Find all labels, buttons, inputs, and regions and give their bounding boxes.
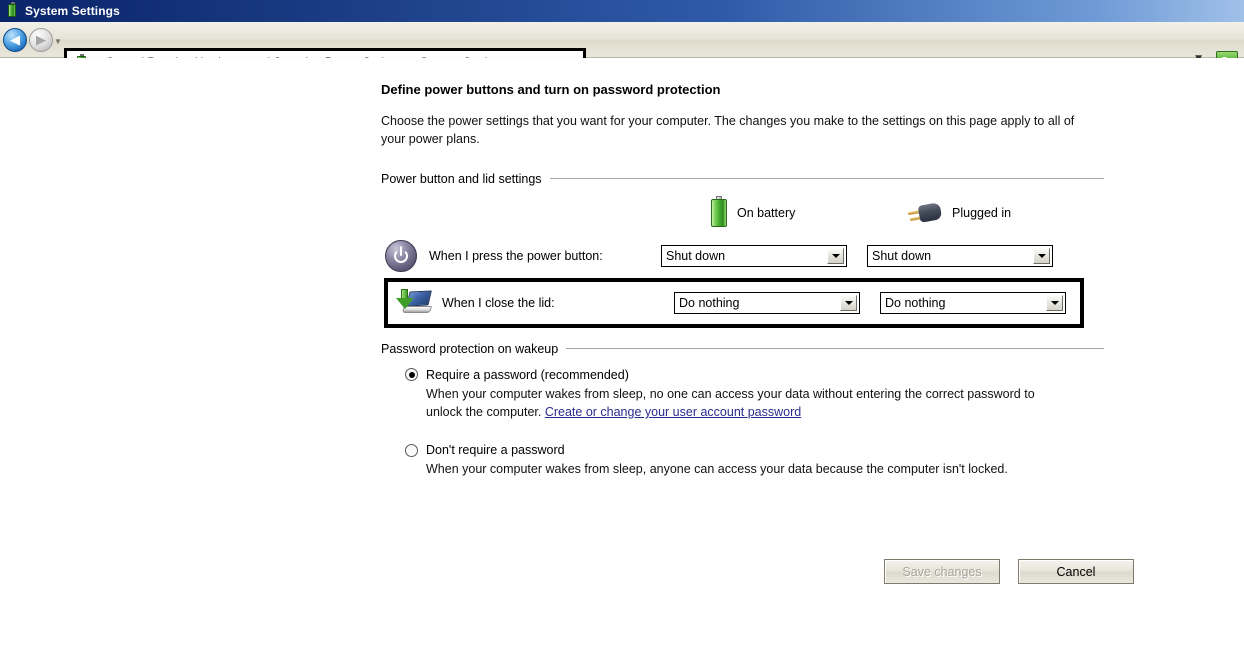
- chevron-down-icon[interactable]: [1033, 247, 1050, 264]
- radio-button-unselected-icon[interactable]: [405, 443, 418, 457]
- combobox-power-button-plugged-in-value: Shut down: [872, 248, 932, 263]
- combobox-power-button-plugged-in[interactable]: Shut down: [867, 244, 1053, 267]
- password-option-require: Require a password (recommended) When yo…: [381, 368, 1104, 421]
- password-option-dont-require: Don't require a password When your compu…: [381, 443, 1104, 478]
- window-titlebar: System Settings: [0, 0, 1244, 22]
- setting-label-power-button: When I press the power button:: [429, 248, 603, 263]
- battery-icon: [4, 2, 20, 19]
- column-header-on-battery: On battery: [711, 195, 796, 228]
- battery-icon: [711, 195, 727, 227]
- radio-button-selected-icon[interactable]: [405, 368, 418, 382]
- password-group-label: Password protection on wakeup: [381, 341, 559, 356]
- save-changes-label: Save changes: [902, 564, 982, 579]
- address-bar: ◀ ▶ ▼ ▾ Control Panel ▾ Hardware and Sou…: [0, 22, 1244, 76]
- password-group-header: Password protection on wakeup: [381, 342, 1104, 356]
- column-header-plugged-in: Plugged in: [907, 198, 1012, 228]
- setting-row-power-button: When I press the power button: Shut down…: [381, 236, 1104, 276]
- radio-dont-require-password[interactable]: Don't require a password: [381, 443, 1104, 457]
- password-group-rule: [566, 348, 1104, 350]
- radio-require-password[interactable]: Require a password (recommended): [381, 368, 1104, 382]
- combobox-close-lid-on-battery-value: Do nothing: [679, 295, 740, 310]
- power-group-rule: [549, 178, 1104, 180]
- chevron-down-icon[interactable]: [840, 294, 857, 311]
- setting-label-close-lid: When I close the lid:: [442, 295, 555, 310]
- radio-require-password-description: When your computer wakes from sleep, no …: [426, 385, 1071, 421]
- laptop-lid-icon: [394, 288, 434, 318]
- radio-dont-require-password-description: When your computer wakes from sleep, any…: [426, 462, 1008, 477]
- page-body: Define power buttons and turn on passwor…: [0, 58, 1244, 646]
- combobox-power-button-on-battery[interactable]: Shut down: [661, 244, 847, 267]
- dialog-footer: Save changes Cancel: [884, 559, 1134, 584]
- forward-arrow-glyph: ▶: [36, 32, 46, 48]
- forward-arrow-icon[interactable]: ▶: [29, 28, 53, 52]
- combobox-close-lid-plugged-in[interactable]: Do nothing: [880, 291, 1066, 314]
- create-or-change-password-link[interactable]: Create or change your user account passw…: [545, 405, 801, 419]
- column-header-on-battery-label: On battery: [737, 205, 796, 220]
- back-arrow-icon[interactable]: ◀: [3, 28, 27, 52]
- cancel-button[interactable]: Cancel: [1018, 559, 1134, 584]
- back-arrow-glyph: ◀: [10, 32, 20, 48]
- chevron-down-icon[interactable]: [827, 247, 844, 264]
- page-title: Define power buttons and turn on passwor…: [381, 82, 721, 97]
- power-group-header: Power button and lid settings: [381, 172, 1104, 186]
- radio-dont-require-password-label: Don't require a password: [426, 443, 565, 458]
- combobox-close-lid-plugged-in-value: Do nothing: [885, 295, 946, 310]
- power-group-label: Power button and lid settings: [381, 171, 542, 186]
- chevron-down-icon[interactable]: [1046, 294, 1063, 311]
- column-header-plugged-in-label: Plugged in: [952, 205, 1012, 220]
- combobox-power-button-on-battery-value: Shut down: [666, 248, 726, 263]
- window-title: System Settings: [25, 4, 120, 18]
- setting-row-close-lid: When I close the lid: Do nothing Do noth…: [394, 285, 1080, 321]
- page-description: Choose the power settings that you want …: [381, 113, 1075, 146]
- radio-require-password-label: Require a password (recommended): [426, 367, 629, 382]
- save-changes-button[interactable]: Save changes: [884, 559, 1000, 584]
- cancel-label: Cancel: [1056, 564, 1096, 579]
- combobox-close-lid-on-battery[interactable]: Do nothing: [674, 291, 860, 314]
- power-plug-icon: [907, 202, 943, 224]
- settings-content: Define power buttons and turn on passwor…: [381, 82, 1104, 478]
- power-button-icon: [381, 239, 421, 272]
- power-column-headers: On battery Plugged in: [381, 192, 1104, 236]
- lid-row-highlight-annotation: When I close the lid: Do nothing Do noth…: [384, 277, 1084, 328]
- recent-pages-chevron-icon[interactable]: ▼: [54, 37, 62, 46]
